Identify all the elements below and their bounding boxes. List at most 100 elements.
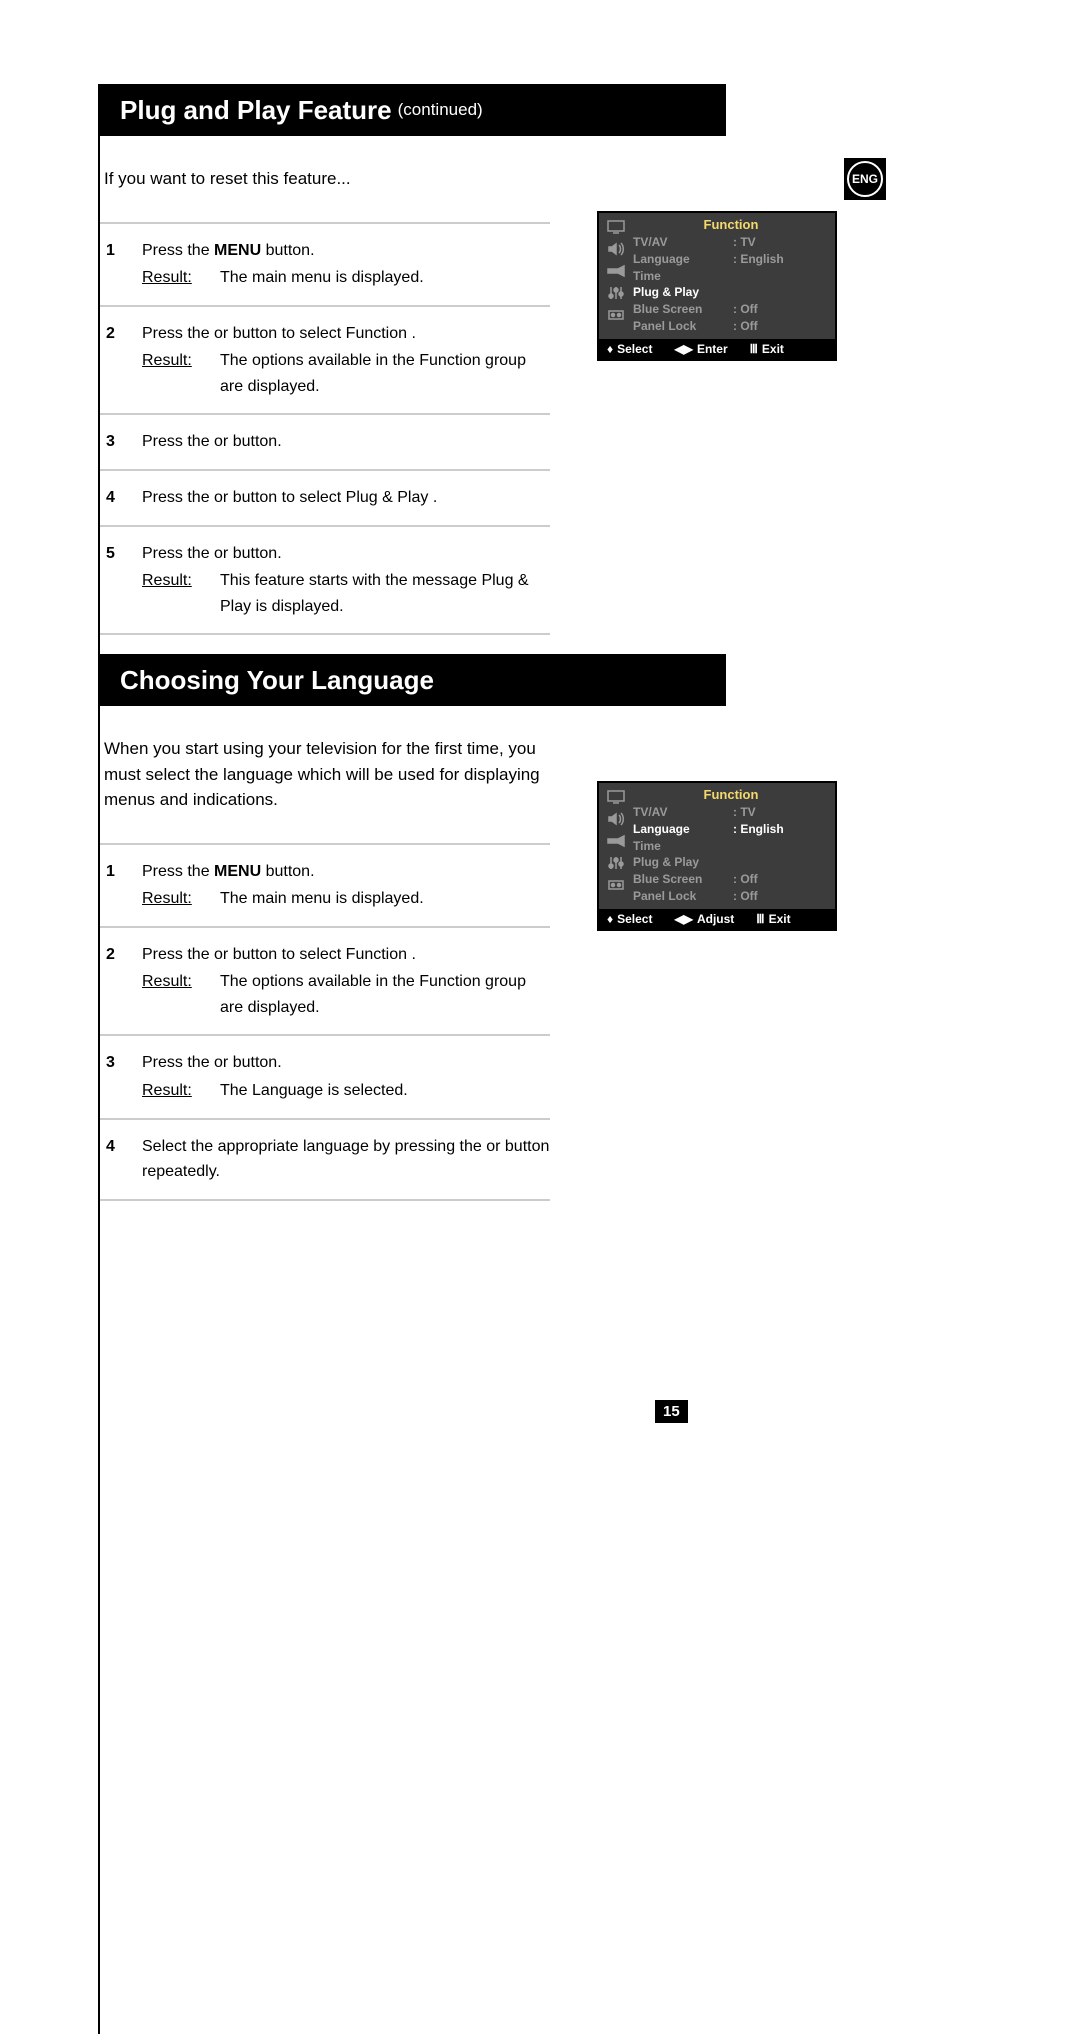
step-number: 5 (100, 541, 142, 620)
osd-setup-icon (606, 307, 626, 323)
osd-item-label: Blue Screen (633, 871, 733, 888)
step-number: 2 (100, 321, 142, 400)
osd-item-label: Panel Lock (633, 888, 733, 905)
result-label: Result: (142, 973, 192, 990)
osd-item-value: : Off (733, 318, 793, 335)
step-body: Select the appropriate language by press… (142, 1134, 550, 1185)
osd-item-value (733, 284, 793, 301)
step: 2Press the or button to select Function … (100, 942, 550, 1021)
section-title: Choosing Your Language (120, 665, 434, 696)
steps-list: 1Press the MENU button.Result:The main m… (100, 222, 550, 636)
osd-menu-item: Plug & Play (633, 284, 829, 301)
step-number: 4 (100, 1134, 142, 1185)
step-instruction: Press the or button to select Function . (142, 321, 550, 347)
step-body: Press the or button to select Function .… (142, 321, 550, 400)
osd-hint-adjust: ◀▶Adjust (674, 912, 734, 926)
step-body: Press the MENU button. Result: The main me… (142, 859, 550, 912)
osd-item-value (733, 838, 793, 855)
step-instruction: Select the appropriate language by press… (142, 1134, 550, 1185)
osd-hint-enter: ◀▶Enter (674, 342, 727, 356)
osd-item-value: : English (733, 251, 793, 268)
result-text: The options available in the Function gr… (220, 969, 550, 1020)
osd-menu-item: Time (633, 838, 829, 855)
osd-menu-item: TV/AV: TV (633, 234, 829, 251)
osd-footer: ♦Select ◀▶Adjust ⅢExit (599, 909, 835, 929)
osd-item-label: Language (633, 251, 733, 268)
osd-item-value: : Off (733, 888, 793, 905)
step-instruction: Press the or button. (142, 541, 550, 567)
svg-text:ENG: ENG (852, 172, 878, 186)
osd-icon-column (599, 213, 633, 339)
language-badge: ENG (844, 158, 886, 200)
osd-sound-icon (606, 811, 626, 827)
section-title: Plug and Play Feature (120, 95, 392, 126)
step-instruction: Press the or button to select Plug & Pla… (142, 485, 550, 511)
result-label: Result: (142, 572, 192, 589)
result-text: The main menu is displayed. (220, 886, 550, 912)
step-body: Press the or button. (142, 429, 550, 455)
step: 3Press the or button. (100, 429, 550, 455)
osd-hint-exit: ⅢExit (756, 912, 790, 926)
result-label: Result: (142, 890, 192, 907)
osd-item-label: Panel Lock (633, 318, 733, 335)
step: 1Press the MENU button.Result:The main m… (100, 238, 550, 291)
osd-menu-item: Blue Screen: Off (633, 301, 829, 318)
step: 4Select the appropriate language by pres… (100, 1134, 550, 1185)
osd-menu-item: Panel Lock: Off (633, 318, 829, 335)
step: 3Press the or button.Result:The Language… (100, 1050, 550, 1103)
osd-menu-title: Function (633, 787, 829, 802)
osd-item-label: TV/AV (633, 804, 733, 821)
osd-item-value: : TV (733, 234, 793, 251)
osd-menu-item: Blue Screen: Off (633, 871, 829, 888)
osd-hint-select: ♦Select (607, 912, 652, 926)
section-title-bar: Plug and Play Feature (continued) (100, 84, 726, 136)
osd-hint-exit: ⅢExit (750, 342, 784, 356)
osd-footer: ♦Select ◀▶Enter ⅢExit (599, 339, 835, 359)
osd-picture-icon (606, 789, 626, 805)
osd-item-label: TV/AV (633, 234, 733, 251)
osd-picture-icon (606, 219, 626, 235)
osd-item-value: : English (733, 821, 793, 838)
step-number: 1 (100, 238, 142, 291)
osd-icon-column (599, 783, 633, 909)
step-instruction: Press the or button. (142, 429, 550, 455)
osd-setup-icon (606, 877, 626, 893)
step-number: 4 (100, 485, 142, 511)
step-body: Press the or button to select Plug & Pla… (142, 485, 550, 511)
step: 4Press the or button to select Plug & Pl… (100, 485, 550, 511)
step: 5Press the or button. Result: This feature… (100, 541, 550, 620)
osd-menu-item: Time (633, 268, 829, 285)
step-number: 2 (100, 942, 142, 1021)
step: 1Press the MENU button. Result: The main m… (100, 859, 550, 912)
step-instruction: Press the or button to select Function . (142, 942, 550, 968)
osd-item-label: Plug & Play (633, 854, 733, 871)
section-subtitle: (continued) (398, 100, 483, 120)
osd-item-label: Blue Screen (633, 301, 733, 318)
result-label: Result: (142, 269, 192, 286)
result-label: Result: (142, 352, 192, 369)
result-text: The options available in the Function gr… (220, 348, 550, 399)
osd-channel-icon (606, 263, 626, 279)
osd-menu-title: Function (633, 217, 829, 232)
section-title-bar: Choosing Your Language (100, 654, 726, 706)
osd-menu-item: Plug & Play (633, 854, 829, 871)
osd-item-label: Time (633, 268, 733, 285)
result-label: Result: (142, 1082, 192, 1099)
step-body: Press the MENU button.Result:The main me… (142, 238, 550, 291)
step-number: 1 (100, 859, 142, 912)
step-number: 3 (100, 1050, 142, 1103)
step: 2Press the or button to select Function … (100, 321, 550, 400)
osd-menu-item: TV/AV: TV (633, 804, 829, 821)
osd-function-1: Function TV/AV: TVLanguage: EnglishTimeP… (597, 211, 837, 361)
step-instruction: Press the MENU button. (142, 859, 550, 885)
osd-content: Function TV/AV: TVLanguage: EnglishTimeP… (633, 783, 835, 909)
osd-body: Function TV/AV: TVLanguage: EnglishTimeP… (599, 213, 835, 339)
step-body: Press the or button to select Function .… (142, 942, 550, 1021)
osd-content: Function TV/AV: TVLanguage: EnglishTimeP… (633, 213, 835, 339)
osd-item-label: Plug & Play (633, 284, 733, 301)
step-number: 3 (100, 429, 142, 455)
result-text: This feature starts with the message Plu… (220, 568, 550, 619)
osd-item-value: : Off (733, 301, 793, 318)
osd-menu-item: Language: English (633, 251, 829, 268)
result-text: The main menu is displayed. (220, 265, 550, 291)
